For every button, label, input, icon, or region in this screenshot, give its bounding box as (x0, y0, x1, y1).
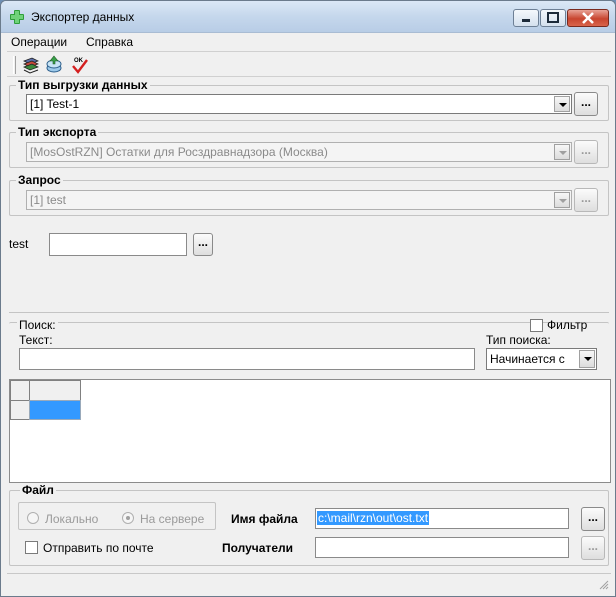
param-test-input[interactable] (49, 233, 187, 256)
books-icon (23, 57, 39, 74)
export-type-title: Тип экспорта (16, 125, 99, 139)
minimize-button[interactable] (513, 9, 539, 27)
title-bar[interactable]: Экспортер данных (1, 1, 615, 33)
toolbar: OK (7, 51, 611, 77)
export-data-type-title: Тип выгрузки данных (16, 78, 150, 92)
grid-column-header[interactable] (29, 380, 81, 401)
toolbar-grip (13, 56, 16, 74)
filename-input[interactable]: c:\mail\rzn\out\ost.txt (315, 508, 569, 529)
svg-text:OK: OK (74, 58, 84, 64)
export-data-type-value: [1] Test-1 (30, 97, 80, 111)
server-radio[interactable] (122, 512, 134, 524)
search-text-label: Текст: (19, 333, 53, 347)
export-data-type-select[interactable]: [1] Test-1 (26, 94, 572, 114)
server-label: На сервере (140, 512, 205, 526)
main-window: Экспортер данных Операции Справка OK Тип… (0, 0, 616, 597)
menu-operations[interactable]: Операции (11, 35, 67, 49)
search-group: Поиск: Фильтр Текст: Тип поиска: Начинае… (9, 318, 609, 372)
param-test-browse-button[interactable]: ... (193, 233, 213, 256)
send-email-label: Отправить по почте (43, 541, 154, 555)
recipients-label: Получатели (222, 541, 293, 555)
data-grid[interactable] (9, 379, 611, 483)
search-title: Поиск: (17, 318, 58, 332)
query-title: Запрос (16, 173, 63, 187)
recipients-browse-button[interactable]: ... (581, 536, 605, 560)
filename-label: Имя файла (231, 512, 298, 526)
grid-corner-cell (10, 380, 30, 401)
save-disk-icon (46, 55, 62, 73)
filter-label: Фильтр (547, 318, 588, 332)
query-browse-button[interactable]: ... (574, 188, 598, 212)
resize-grip-icon[interactable] (597, 578, 609, 590)
params-panel: test ... (9, 223, 609, 313)
menu-bar: Операции Справка (7, 33, 611, 51)
chevron-down-icon[interactable] (554, 96, 570, 112)
ok-check-icon: OK (72, 58, 88, 74)
local-radio[interactable] (27, 512, 39, 524)
export-data-type-browse-button[interactable]: ... (574, 92, 598, 116)
minimize-icon (522, 19, 530, 22)
open-books-button[interactable] (21, 55, 41, 75)
export-type-group: Тип экспорта [MosOstRZN] Остатки для Рос… (9, 125, 609, 168)
file-group: Файл Локально На сервере Имя файла c:\ma… (9, 483, 609, 566)
grid-row-header[interactable] (10, 400, 30, 420)
app-cross-icon (10, 10, 24, 24)
filter-checkbox[interactable] (530, 319, 543, 332)
status-bar (7, 573, 611, 593)
export-data-type-group: Тип выгрузки данных [1] Test-1 ... (9, 78, 609, 121)
send-email-checkbox[interactable] (25, 541, 38, 554)
filename-value: c:\mail\rzn\out\ost.txt (317, 511, 430, 525)
chevron-down-icon[interactable] (554, 144, 570, 160)
search-text-input[interactable] (19, 348, 475, 370)
query-select[interactable]: [1] test (26, 190, 572, 210)
chevron-down-icon[interactable] (579, 350, 595, 368)
export-type-value: [MosOstRZN] Остатки для Росздравнадзора … (30, 145, 328, 159)
recipients-input[interactable] (315, 537, 569, 558)
export-type-select[interactable]: [MosOstRZN] Остатки для Росздравнадзора … (26, 142, 572, 162)
maximize-button[interactable] (540, 9, 566, 27)
close-icon (582, 12, 594, 24)
search-type-select[interactable]: Начинается с (486, 348, 597, 370)
query-value: [1] test (30, 193, 67, 207)
search-type-value: Начинается с (490, 352, 565, 366)
query-group: Запрос [1] test ... (9, 173, 609, 216)
close-button[interactable] (567, 9, 609, 27)
ok-check-button[interactable]: OK (70, 55, 90, 75)
search-type-label: Тип поиска: (486, 333, 551, 347)
local-label: Локально (45, 512, 99, 526)
param-test-label: test (9, 237, 29, 251)
grid-selected-cell[interactable] (29, 400, 81, 420)
export-button[interactable] (44, 55, 64, 75)
maximize-icon (547, 12, 559, 23)
window-title: Экспортер данных (31, 10, 135, 24)
filename-browse-button[interactable]: ... (581, 507, 605, 531)
file-title: Файл (20, 483, 56, 497)
menu-help[interactable]: Справка (86, 35, 133, 49)
export-type-browse-button[interactable]: ... (574, 140, 598, 164)
chevron-down-icon[interactable] (554, 192, 570, 208)
